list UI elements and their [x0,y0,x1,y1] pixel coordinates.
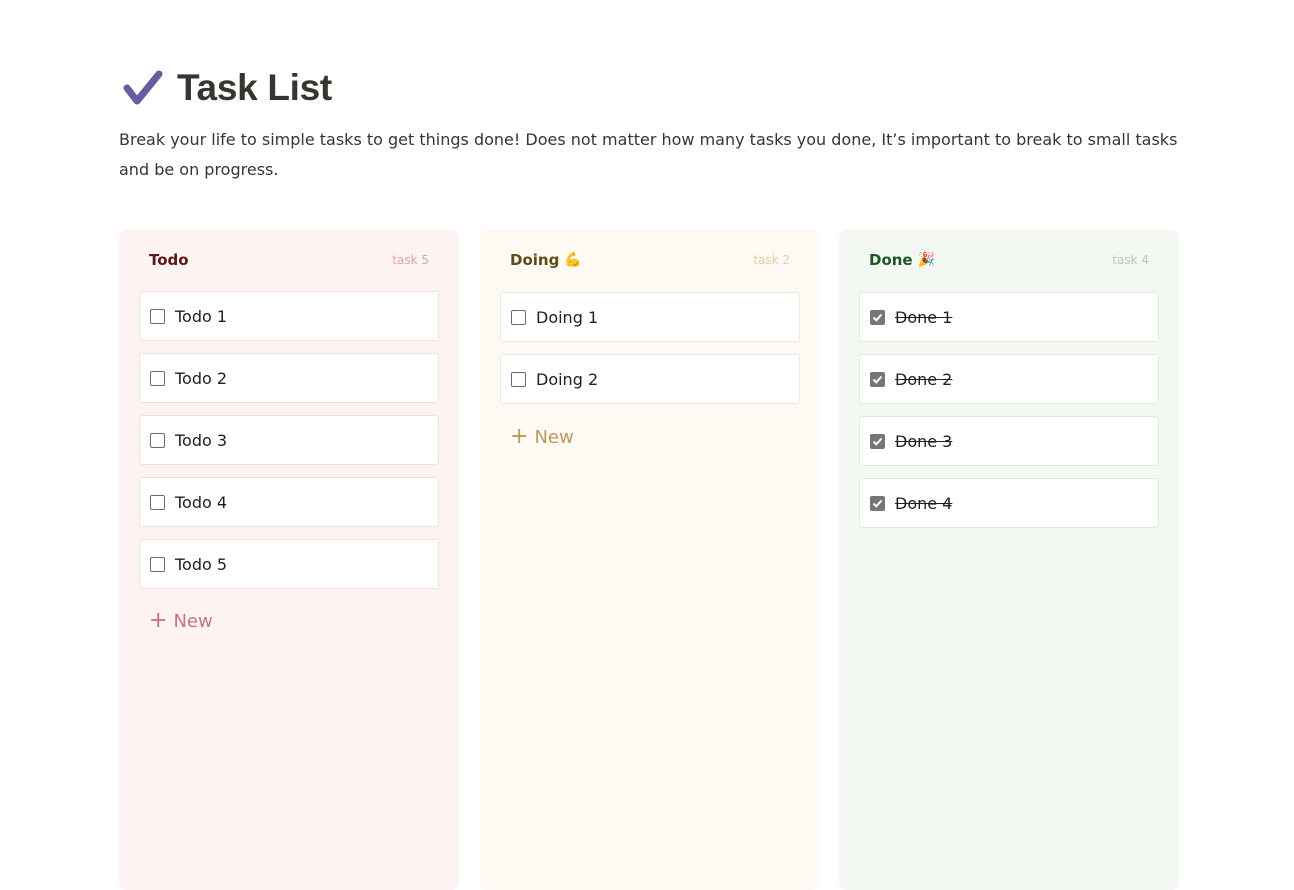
task-label: Todo 1 [175,306,228,326]
new-task-label: New [173,610,213,632]
task-card[interactable]: Done 3 [859,416,1159,466]
task-checkbox[interactable] [150,556,165,572]
task-card[interactable]: Doing 1 [500,292,800,342]
card-list: Doing 1 Doing 2 + New [500,292,800,449]
task-label: Todo 5 [175,554,228,574]
task-label: Doing 1 [536,307,599,327]
new-task-button[interactable]: + New [149,609,439,633]
task-label: Done 2 [895,369,953,389]
task-card[interactable]: Todo 2 [139,353,439,403]
task-checkbox[interactable] [511,371,526,387]
task-checkbox[interactable] [150,432,165,448]
flexed-biceps-icon: 💪 [564,252,582,268]
task-checkbox-checked[interactable] [870,371,885,387]
task-card[interactable]: Doing 2 [500,354,800,404]
column-doing: Doing 💪 task 2 Doing 1 Doing 2 + New [480,230,820,890]
task-label: Todo 3 [175,430,228,450]
column-count: task 4 [1112,253,1149,267]
board: Todo task 5 Todo 1 Todo 2 Todo 3 Todo 4 … [119,230,1179,890]
column-title[interactable]: Todo [149,251,189,269]
column-count: task 5 [392,253,429,267]
task-label: Doing 2 [536,369,599,389]
task-card[interactable]: Todo 1 [139,291,439,341]
party-popper-icon: 🎉 [917,252,936,268]
task-card[interactable]: Done 2 [859,354,1159,404]
column-done: Done 🎉 task 4 Done 1 Done 2 Done 3 Done … [839,230,1179,890]
task-checkbox[interactable] [150,308,165,324]
column-name: Todo [149,251,189,269]
checkmark-icon[interactable] [123,68,163,108]
task-label: Done 1 [895,307,953,327]
task-label: Todo 4 [175,492,228,512]
column-name: Done [869,251,913,269]
task-checkbox-checked[interactable] [870,495,885,511]
task-checkbox[interactable] [511,309,526,325]
task-label: Todo 2 [175,368,228,388]
task-checkbox-checked[interactable] [870,433,885,449]
card-list: Todo 1 Todo 2 Todo 3 Todo 4 Todo 5 + New [139,291,439,633]
task-card[interactable]: Todo 5 [139,539,439,589]
column-name: Doing [510,251,560,269]
page-title[interactable]: Task List [177,67,332,109]
plus-icon: + [510,424,529,449]
column-header: Done 🎉 task 4 [869,250,1149,270]
checkmark-icon [872,375,883,384]
task-card[interactable]: Done 1 [859,292,1159,342]
column-header: Todo task 5 [149,250,429,270]
page-description[interactable]: Break your life to simple tasks to get t… [119,125,1179,185]
task-card[interactable]: Todo 4 [139,477,439,527]
new-task-button[interactable]: + New [510,425,800,449]
task-checkbox[interactable] [150,370,165,386]
column-header: Doing 💪 task 2 [510,250,790,270]
task-label: Done 4 [895,493,953,513]
column-title[interactable]: Doing 💪 [510,251,582,269]
task-card[interactable]: Todo 3 [139,415,439,465]
task-label: Done 3 [895,431,953,451]
new-task-label: New [534,426,574,448]
column-todo: Todo task 5 Todo 1 Todo 2 Todo 3 Todo 4 … [119,230,459,890]
task-checkbox-checked[interactable] [870,309,885,325]
checkmark-icon [872,499,883,508]
task-checkbox[interactable] [150,494,165,510]
checkmark-icon [872,437,883,446]
column-count: task 2 [753,253,790,267]
column-title[interactable]: Done 🎉 [869,251,935,269]
plus-icon: + [149,608,168,633]
page-header: Task List [119,66,332,110]
checkmark-icon [872,313,883,322]
task-card[interactable]: Done 4 [859,478,1159,528]
card-list: Done 1 Done 2 Done 3 Done 4 [859,292,1159,540]
